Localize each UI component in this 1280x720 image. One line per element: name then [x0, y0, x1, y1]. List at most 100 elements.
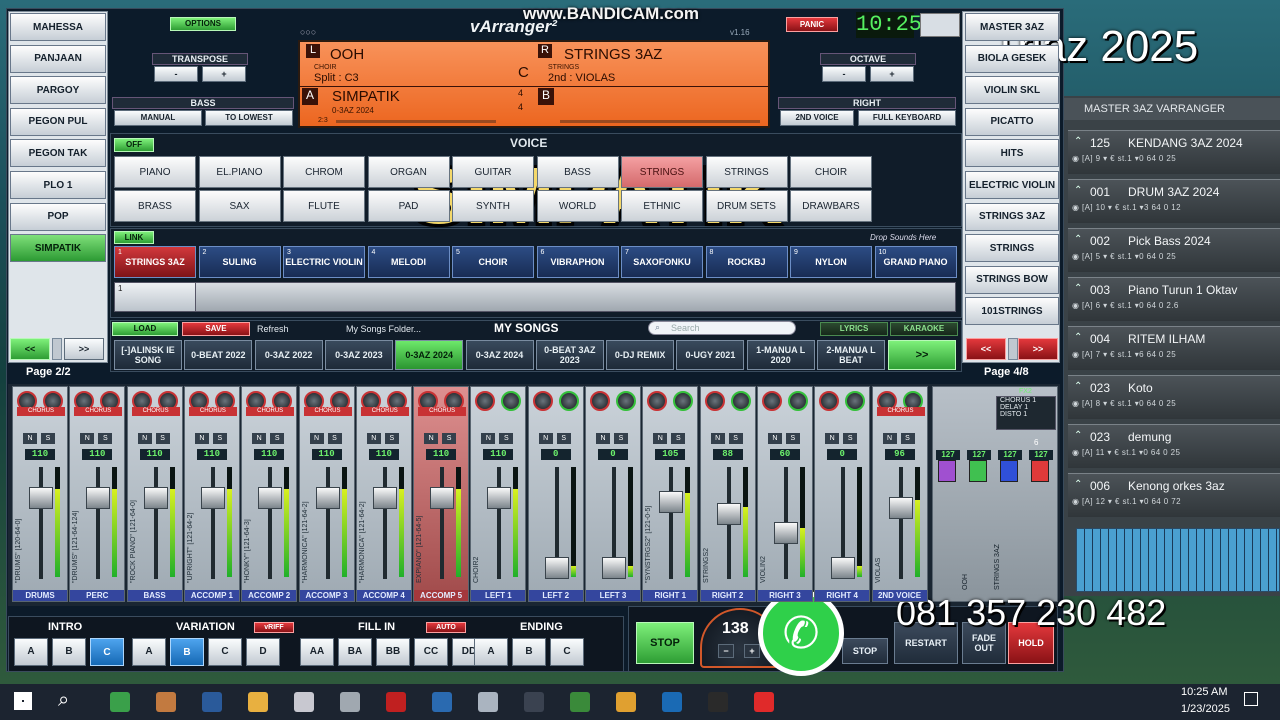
mute-button[interactable]: N	[825, 433, 840, 444]
user-voice-button[interactable]: VIOLIN SKL	[965, 76, 1059, 105]
user-voice-button[interactable]: STRINGS	[965, 234, 1059, 263]
section-button[interactable]: A	[14, 638, 48, 666]
solo-button[interactable]: S	[270, 433, 285, 444]
link-slot[interactable]: 10 GRAND PIANO	[874, 246, 957, 278]
solo-button[interactable]: S	[728, 433, 743, 444]
user-voice-button[interactable]: STRINGS BOW	[965, 265, 1059, 294]
bass-lowest-button[interactable]: TO LOWEST	[205, 110, 293, 126]
track-row[interactable]: ⌃ 004 RITEM ILHAM ◉ [A] 7 ▾ € st.1 ▾6 64 0 …	[1068, 326, 1280, 370]
right-next-page-button[interactable]: >>	[1018, 338, 1058, 360]
volume-fader[interactable]	[602, 557, 626, 579]
lyrics-button[interactable]: LYRICS	[820, 322, 888, 336]
mute-button[interactable]: N	[80, 433, 95, 444]
reverb-knob[interactable]	[616, 391, 636, 411]
section-button[interactable]: D	[246, 638, 280, 666]
app-icon[interactable]	[110, 692, 130, 712]
song-button[interactable]: 0-3AZ 2022	[254, 340, 323, 370]
voice-button[interactable]: EL.PIANO	[198, 156, 281, 188]
voice-button[interactable]: CHROM	[283, 156, 365, 188]
voice-button[interactable]: PAD	[367, 190, 450, 222]
note-icon[interactable]	[662, 692, 682, 712]
song-button[interactable]: 0-3AZ 2024	[465, 340, 534, 370]
taskbar-search-icon[interactable]: ⌕	[58, 689, 69, 712]
bass-manual-button[interactable]: MANUAL	[114, 110, 202, 126]
solo-button[interactable]: S	[155, 433, 170, 444]
section-button[interactable]: B	[170, 638, 204, 666]
style-button[interactable]: MAHESSA	[10, 13, 106, 41]
track-row[interactable]: ⌃ 023 Koto ◉ [A] 8 ▾ € st.1 ▾0 64 0 25	[1068, 375, 1280, 419]
save-button[interactable]: SAVE	[182, 322, 250, 336]
pan-knob[interactable]	[590, 391, 610, 411]
section-button[interactable]: C	[208, 638, 242, 666]
song-button[interactable]: 0-UGY 2021	[676, 340, 745, 370]
voice-button[interactable]: DRAWBARS	[790, 190, 872, 222]
transpose-plus-button[interactable]: +	[202, 66, 246, 82]
solo-button[interactable]: S	[499, 433, 514, 444]
song-button[interactable]: 0-3AZ 2024	[395, 340, 464, 370]
voice-button[interactable]: CHOIR	[790, 156, 872, 188]
style-button[interactable]: SIMPATIK	[10, 234, 106, 263]
stop-button[interactable]: STOP	[636, 622, 694, 664]
mute-button[interactable]: N	[194, 433, 209, 444]
edge-icon[interactable]	[616, 692, 636, 712]
volume-fader[interactable]	[200, 487, 225, 509]
section-button[interactable]: AA	[300, 638, 334, 666]
solo-button[interactable]: S	[442, 433, 457, 444]
solo-button[interactable]: S	[671, 433, 686, 444]
pan-knob[interactable]	[647, 391, 668, 411]
reverb-knob[interactable]	[501, 391, 522, 411]
song-button[interactable]: [-]ALINSK IE SONG	[114, 340, 182, 370]
volume-fader[interactable]	[372, 487, 397, 509]
acrobat-icon[interactable]	[386, 692, 406, 712]
options-button[interactable]: OPTIONS	[170, 17, 236, 31]
full-keyboard-button[interactable]: FULL KEYBOARD	[858, 110, 956, 126]
link-slot-1[interactable]: 1	[114, 282, 196, 312]
voice-button[interactable]: ORGAN	[367, 156, 450, 188]
track-row[interactable]: ⌃ 006 Kenong orkes 3az ◉ [A] 12 ▾ € st.1 ▾0…	[1068, 473, 1280, 517]
link-slot[interactable]: 5 CHOIR	[452, 246, 534, 278]
track-row[interactable]: ⌃ 001 DRUM 3AZ 2024 ◉ [A] 10 ▾ € st.1 ▾3 64…	[1068, 179, 1280, 223]
pan-knob[interactable]	[475, 391, 496, 411]
master-fader[interactable]	[1031, 460, 1049, 482]
voice-off-button[interactable]: OFF	[114, 138, 154, 152]
karaoke-button[interactable]: KARAOKE	[890, 322, 958, 336]
volume-fader[interactable]	[315, 487, 340, 509]
mute-button[interactable]: N	[424, 433, 439, 444]
chat-icon[interactable]	[432, 692, 452, 712]
voice-button[interactable]: GUITAR	[452, 156, 534, 188]
volume-fader[interactable]	[258, 487, 283, 509]
voice-button[interactable]: BASS	[536, 156, 619, 188]
mute-button[interactable]: N	[252, 433, 267, 444]
solo-button[interactable]: S	[614, 433, 628, 444]
notification-icon[interactable]	[1244, 692, 1258, 706]
section-button[interactable]: C	[550, 638, 584, 666]
solo-button[interactable]: S	[843, 433, 858, 444]
left-prev-page-button[interactable]: <<	[10, 338, 50, 360]
link-slot[interactable]: 6 VIBRAPHON	[536, 246, 619, 278]
octave-minus-button[interactable]: -	[822, 66, 866, 82]
tempo-plus-button[interactable]: +	[744, 644, 760, 658]
song-button[interactable]: 0-3AZ 2023	[324, 340, 393, 370]
mute-button[interactable]: N	[23, 433, 37, 444]
mute-button[interactable]: N	[137, 433, 152, 444]
volume-fader[interactable]	[143, 487, 168, 509]
section-button[interactable]: C	[90, 638, 124, 666]
volume-fader[interactable]	[716, 503, 741, 525]
voice-button[interactable]: SYNTH	[452, 190, 534, 222]
section-button[interactable]: B	[512, 638, 546, 666]
volume-fader[interactable]	[831, 557, 856, 579]
chrome-icon[interactable]	[570, 692, 590, 712]
solo-button[interactable]: S	[212, 433, 227, 444]
tempo-minus-button[interactable]: −	[718, 644, 734, 658]
style-button[interactable]: PANJAAN	[10, 44, 106, 73]
mute-button[interactable]: N	[481, 433, 496, 444]
style-button[interactable]: PLO 1	[10, 171, 106, 199]
fx-list[interactable]: FX2 CHORUS 1 DELAY 1 DISTO 1	[996, 388, 1056, 430]
volume-fader[interactable]	[888, 497, 913, 519]
link-slot[interactable]: 4 MELODI	[367, 246, 450, 278]
reverb-knob[interactable]	[730, 391, 751, 411]
solo-button[interactable]: S	[384, 433, 399, 444]
track-row[interactable]: ⌃ 125 KENDANG 3AZ 2024 ◉ [A] 9 ▾ € st.1 ▾0 …	[1068, 130, 1280, 174]
user-voice-button[interactable]: MASTER 3AZ	[965, 13, 1059, 41]
volume-fader[interactable]	[544, 557, 569, 579]
